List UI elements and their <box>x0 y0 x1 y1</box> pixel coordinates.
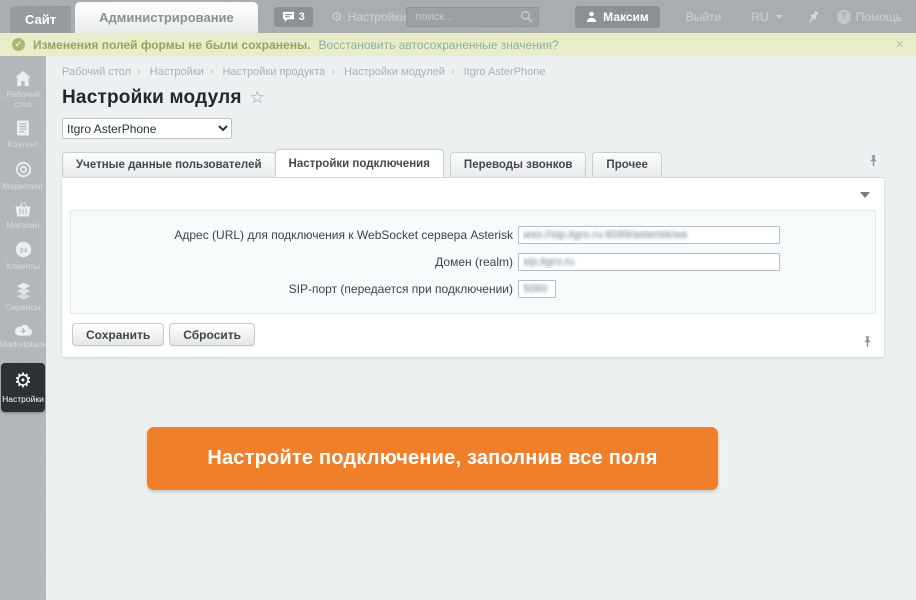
setup-hint-banner: Настройте подключение, заполнив все поля <box>147 427 718 490</box>
star-icon[interactable]: ☆ <box>250 88 265 108</box>
collapse-chevron-icon[interactable] <box>860 192 870 198</box>
breadcrumb-separator: › <box>137 66 141 78</box>
sidebar-item-clients[interactable]: 24 Клиенты <box>0 236 46 277</box>
restore-autosave-link[interactable]: Восстановить автосохраненные значения? <box>319 38 559 52</box>
page-title: Настройки модуля <box>62 87 242 109</box>
form-row: Домен (realm) <box>71 253 875 271</box>
notifications-count: 3 <box>299 11 305 23</box>
help-link[interactable]: ? Помощь <box>837 10 902 24</box>
user-menu-button[interactable]: Максим <box>575 6 660 28</box>
topbar-settings-label: Настройки <box>348 10 407 24</box>
close-icon[interactable]: × <box>895 36 904 53</box>
gear-icon: ⚙ <box>331 10 343 23</box>
person-icon <box>586 11 597 22</box>
sidebar-item-marketplace[interactable]: Marketplace <box>0 318 46 355</box>
alert-message: Изменения полей формы не были сохранены. <box>33 38 311 52</box>
tab-connection-settings[interactable]: Настройки подключения <box>275 149 444 177</box>
sidebar-item-label: Магазин <box>7 220 40 230</box>
sidebar-item-label: Контент <box>7 139 39 149</box>
sidebar: Рабочий стол Контент Маркетинг Магазин 2… <box>0 56 46 600</box>
sidebar-item-label: Маркетинг <box>2 181 43 191</box>
home-icon <box>14 71 32 86</box>
pushpin-icon[interactable] <box>808 10 819 24</box>
sidebar-item-marketing[interactable]: Маркетинг <box>0 156 46 197</box>
websocket-url-label: Адрес (URL) для подключения к WebSocket … <box>71 228 518 242</box>
breadcrumb-item[interactable]: Настройки <box>150 66 204 78</box>
connection-fieldset: Адрес (URL) для подключения к WebSocket … <box>70 210 876 314</box>
topbar-settings-link[interactable]: ⚙ Настройки <box>331 10 407 24</box>
sidebar-item-label: Marketplace <box>0 339 46 349</box>
help-label: Помощь <box>856 10 902 24</box>
breadcrumb-separator: › <box>331 66 335 78</box>
breadcrumb: Рабочий стол › Настройки › Настройки проду… <box>62 66 900 78</box>
check-circle-icon: ✓ <box>12 38 25 51</box>
sip-port-input[interactable] <box>518 280 556 298</box>
realm-domain-label: Домен (realm) <box>71 255 518 269</box>
target-icon <box>15 161 32 178</box>
breadcrumb-item[interactable]: Настройки модулей <box>344 66 445 78</box>
sidebar-item-label: Рабочий стол <box>0 89 46 109</box>
breadcrumb-item[interactable]: Настройки продукта <box>222 66 325 78</box>
basket-icon <box>14 202 32 217</box>
layers-icon <box>15 282 32 299</box>
banner-text: Настройте подключение, заполнив все поля <box>207 447 657 470</box>
tab-user-credentials[interactable]: Учетные данные пользователей <box>62 152 276 177</box>
notifications-button[interactable]: 3 <box>274 7 313 27</box>
settings-form-panel: Адрес (URL) для подключения к WebSocket … <box>62 177 884 357</box>
sidebar-item-content[interactable]: Контент <box>0 115 46 155</box>
sidebar-item-settings[interactable]: ⚙ Настройки <box>1 363 45 412</box>
main-panel: Рабочий стол › Настройки › Настройки проду… <box>46 56 916 600</box>
realm-domain-input[interactable] <box>518 253 780 271</box>
sidebar-item-shop[interactable]: Магазин <box>0 197 46 236</box>
autosave-alert-bar: ✓ Изменения полей формы не были сохранен… <box>0 33 916 56</box>
cloud-download-icon <box>14 323 33 336</box>
document-icon <box>16 120 30 136</box>
sidebar-item-label: Сервисы <box>5 302 40 312</box>
tab-site[interactable]: Сайт <box>10 6 71 33</box>
user-name: Максим <box>603 10 649 24</box>
module-select[interactable]: Itgro AsterPhone <box>62 118 232 139</box>
reset-button[interactable]: Сбросить <box>169 323 255 346</box>
svg-text:24: 24 <box>19 247 27 254</box>
form-row: Адрес (URL) для подключения к WebSocket … <box>71 226 875 244</box>
sidebar-item-label: Клиенты <box>6 261 40 271</box>
save-button[interactable]: Сохранить <box>72 323 164 346</box>
tab-other[interactable]: Прочее <box>592 152 662 177</box>
sip-port-label: SIP-порт (передается при подключении) <box>71 282 518 296</box>
search-icon[interactable] <box>520 10 533 23</box>
tab-call-transfers[interactable]: Переводы звонков <box>450 152 587 177</box>
question-circle-icon: ? <box>837 10 851 24</box>
search-box <box>406 7 539 27</box>
gear-icon: ⚙ <box>14 371 32 391</box>
clock24-icon: 24 <box>15 241 32 258</box>
sidebar-item-desktop[interactable]: Рабочий стол <box>0 66 46 115</box>
breadcrumb-separator: › <box>451 66 455 78</box>
sidebar-item-services[interactable]: Сервисы <box>0 277 46 318</box>
language-switcher[interactable]: RU <box>751 10 781 24</box>
content-area: Рабочий стол Контент Маркетинг Магазин 2… <box>0 56 916 600</box>
pushpin-icon[interactable] <box>869 154 878 167</box>
breadcrumb-item[interactable]: Itgro AsterPhone <box>464 66 546 78</box>
language-label: RU <box>751 10 768 24</box>
websocket-url-input[interactable] <box>518 226 780 244</box>
logout-label: Выйти <box>686 10 722 24</box>
chevron-down-icon <box>776 15 782 19</box>
speech-bubble-icon <box>282 11 295 23</box>
logout-link[interactable]: Выйти <box>686 10 722 24</box>
top-bar: Сайт Администрирование 3 ⚙ Настройки Мак… <box>0 0 916 33</box>
form-row: SIP-порт (передается при подключении) <box>71 280 875 298</box>
sidebar-item-label: Настройки <box>2 394 44 404</box>
form-tabs: Учетные данные пользователей Настройки п… <box>62 149 884 177</box>
breadcrumb-item[interactable]: Рабочий стол <box>62 66 131 78</box>
breadcrumb-separator: › <box>210 66 214 78</box>
tab-administration[interactable]: Администрирование <box>75 2 258 33</box>
pushpin-icon[interactable] <box>863 335 872 348</box>
